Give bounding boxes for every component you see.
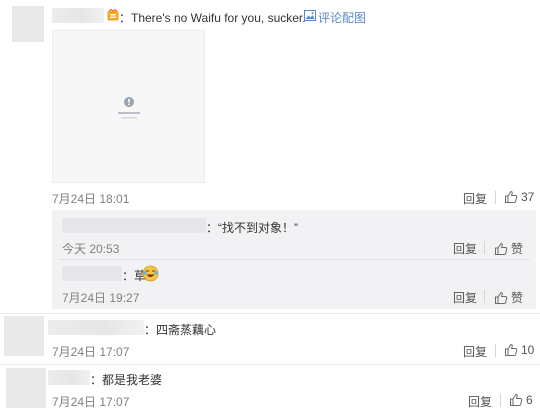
image-icon[interactable] [304,10,316,21]
comment-time: 7月24日 18:01 [52,192,130,206]
like-count: 37 [521,190,535,204]
like-label: 赞 [511,242,524,256]
reply-time: 今天 20:53 [62,242,120,256]
thumbs-up-icon [495,242,508,255]
like-label: 赞 [511,291,524,305]
comment-text: ：都是我老婆 [90,373,163,387]
thumbs-up-icon [505,190,518,203]
laughing-emoji-icon [142,265,159,282]
comment-separator [0,313,540,314]
reply-username[interactable] [62,266,122,281]
username[interactable] [48,320,144,335]
reply-time: 7月24日 19:27 [62,291,140,305]
reply-button[interactable]: 回复 [463,343,487,360]
thumbs-up-icon [505,343,518,356]
divider [495,191,496,204]
comment-text: ：四斋蒸藕心 [144,323,217,337]
like-button[interactable]: 6 [509,393,533,407]
avatar[interactable] [4,316,44,356]
reply-separator [58,259,530,260]
reply-button[interactable]: 回复 [453,240,477,257]
reply-button[interactable]: 回复 [453,289,477,306]
username[interactable] [48,370,90,385]
vip-badge-icon [107,8,119,21]
reply-username[interactable] [62,218,206,233]
like-button[interactable]: 赞 [494,240,523,257]
avatar[interactable] [12,6,44,42]
comment-time: 7月24日 17:07 [52,395,130,409]
divider [484,241,485,254]
reply-button[interactable]: 回复 [468,393,492,410]
comment-image-link[interactable]: 评论配图 [318,9,366,26]
like-button[interactable]: 赞 [494,289,523,306]
like-count: 6 [526,393,533,407]
divider [500,394,501,407]
avatar[interactable] [6,368,46,408]
like-button[interactable]: 37 [504,190,534,204]
like-button[interactable]: 10 [504,343,534,357]
divider [495,344,496,357]
comment-separator [0,364,540,365]
reply-button[interactable]: 回复 [463,190,487,207]
thumbs-up-icon [495,291,508,304]
image-placeholder-icon [118,97,140,119]
comment-text: ：There's no Waifu for you, sucker. [119,11,306,25]
username[interactable] [52,8,104,23]
comment-image[interactable] [52,30,205,183]
thumbs-up-icon [510,393,523,406]
reply-text: ：“找不到对象！” [206,221,298,235]
comment-time: 7月24日 17:07 [52,345,130,359]
divider [484,290,485,303]
like-count: 10 [521,343,535,357]
